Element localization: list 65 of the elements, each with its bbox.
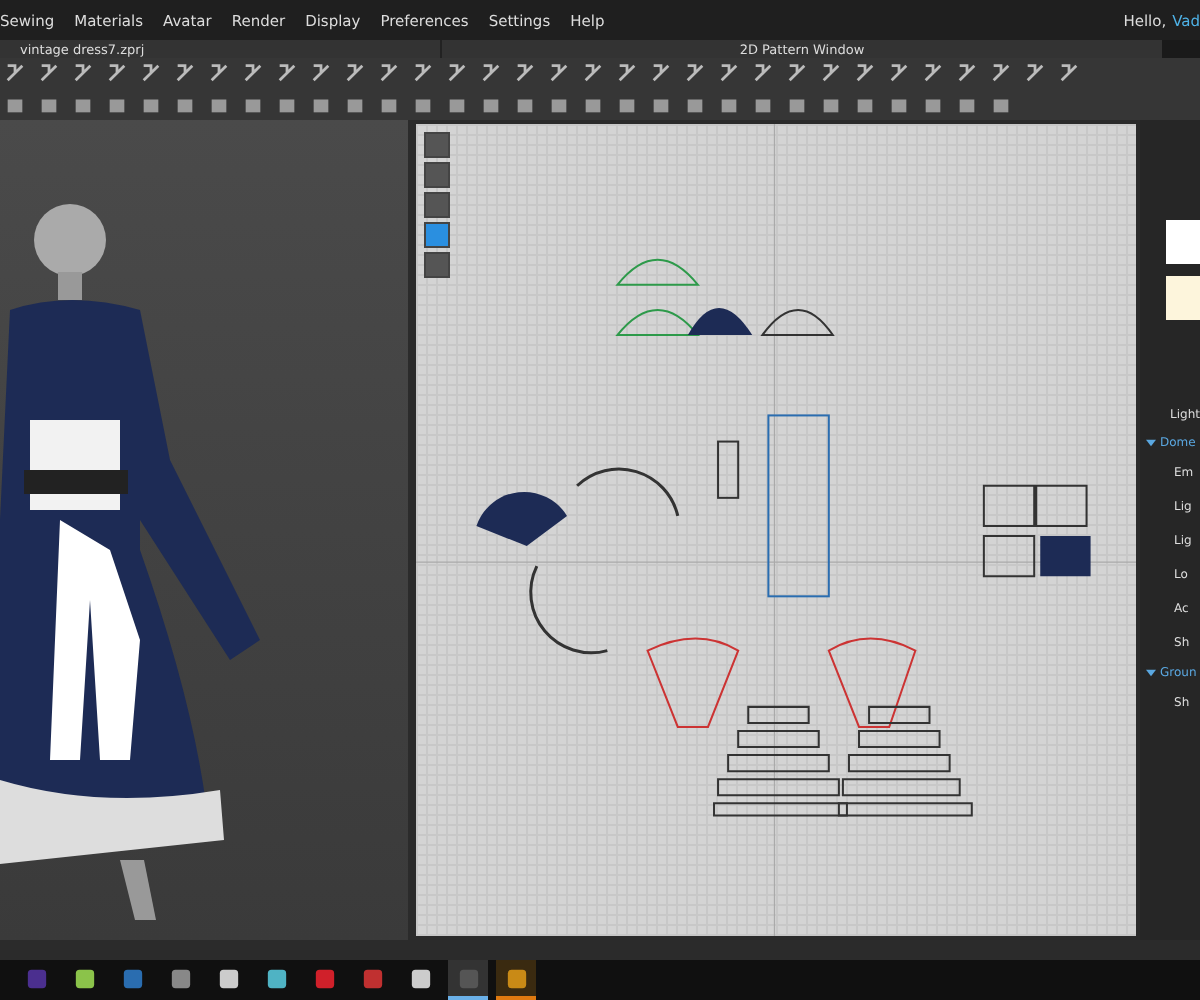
tool-icon[interactable] bbox=[514, 62, 536, 85]
tool-icon[interactable] bbox=[378, 62, 400, 85]
tool-icon[interactable] bbox=[888, 62, 910, 85]
tool-icon[interactable] bbox=[956, 62, 978, 85]
pattern-piece[interactable] bbox=[575, 467, 679, 517]
app-icon bbox=[361, 967, 383, 989]
tool-button[interactable] bbox=[423, 162, 450, 188]
pattern-piece[interactable] bbox=[475, 491, 567, 547]
tool-icon[interactable] bbox=[1058, 62, 1080, 85]
tool-icon[interactable] bbox=[718, 62, 740, 85]
tool-icon[interactable] bbox=[344, 62, 366, 85]
tool-icon[interactable] bbox=[480, 62, 502, 85]
tool-button[interactable] bbox=[423, 132, 450, 158]
tool-icon[interactable] bbox=[140, 62, 162, 85]
tool-icon[interactable] bbox=[752, 62, 774, 85]
swatch bbox=[1166, 220, 1200, 264]
tool-icon[interactable] bbox=[208, 62, 230, 85]
tool-icon[interactable] bbox=[106, 62, 128, 85]
taskbar-button[interactable] bbox=[448, 960, 488, 1000]
pattern-piece[interactable] bbox=[760, 308, 833, 337]
tool-icon[interactable] bbox=[820, 62, 842, 85]
tool-icon[interactable] bbox=[412, 62, 434, 85]
app-icon bbox=[505, 967, 527, 989]
pattern-piece[interactable] bbox=[687, 307, 752, 336]
pattern-piece[interactable] bbox=[716, 440, 739, 499]
tool-icon[interactable] bbox=[4, 62, 26, 85]
tool-icon[interactable] bbox=[1024, 62, 1046, 85]
pattern-piece[interactable] bbox=[982, 484, 1087, 578]
tool-icon[interactable] bbox=[548, 62, 570, 85]
tool-button[interactable] bbox=[423, 192, 450, 218]
pattern-piece[interactable] bbox=[528, 565, 607, 655]
tool-icon[interactable] bbox=[38, 62, 60, 85]
app-icon bbox=[25, 967, 47, 989]
tool-icon[interactable] bbox=[684, 62, 706, 85]
tool-button[interactable] bbox=[423, 252, 450, 278]
app-icon bbox=[265, 967, 287, 989]
app-icon bbox=[73, 967, 95, 989]
app-icon bbox=[169, 967, 191, 989]
app-icon bbox=[217, 967, 239, 989]
app-icon bbox=[457, 967, 479, 989]
pattern-piece[interactable] bbox=[615, 308, 699, 337]
tool-icon[interactable] bbox=[242, 62, 264, 85]
tool-icon[interactable] bbox=[990, 62, 1012, 85]
tool-button[interactable] bbox=[423, 222, 450, 248]
expand-icon[interactable] bbox=[1146, 668, 1157, 678]
tool-icon[interactable] bbox=[786, 62, 808, 85]
app-icon bbox=[121, 967, 143, 989]
tool-icon[interactable] bbox=[310, 62, 332, 85]
tool-icon[interactable] bbox=[446, 62, 468, 85]
pattern-piece[interactable] bbox=[837, 705, 972, 817]
tool-icon[interactable] bbox=[650, 62, 672, 85]
pattern-piece[interactable] bbox=[712, 705, 848, 817]
tool-icon[interactable] bbox=[616, 62, 638, 85]
tool-icon[interactable] bbox=[582, 62, 604, 85]
expand-icon[interactable] bbox=[1146, 438, 1157, 448]
tool-icon[interactable] bbox=[174, 62, 196, 85]
app-icon bbox=[409, 967, 431, 989]
tool-icon[interactable] bbox=[922, 62, 944, 85]
tool-icon[interactable] bbox=[72, 62, 94, 85]
tool-icon[interactable] bbox=[276, 62, 298, 85]
tool-icon[interactable] bbox=[854, 62, 876, 85]
pattern-piece[interactable] bbox=[1039, 536, 1090, 577]
swatch bbox=[1166, 276, 1200, 320]
pattern-piece[interactable] bbox=[826, 637, 916, 728]
app-icon bbox=[313, 967, 335, 989]
